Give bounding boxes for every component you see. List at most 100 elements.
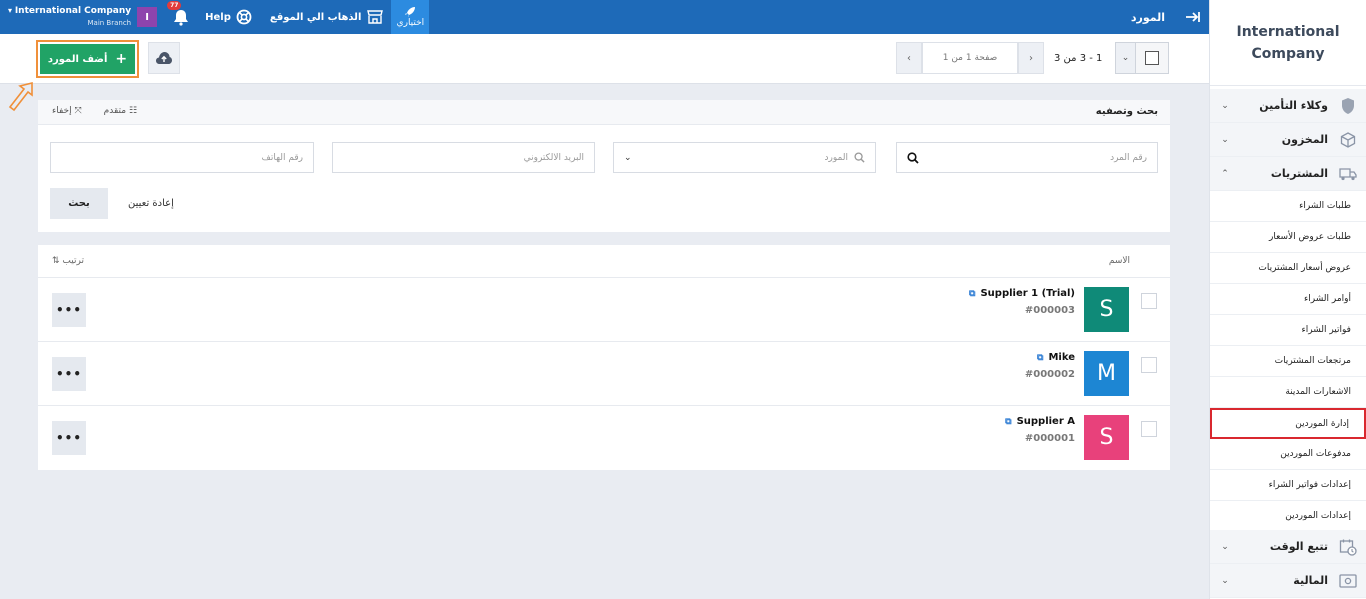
shortcut-button[interactable]: اختياري <box>391 0 430 34</box>
supplier-number: #000003 <box>1024 305 1075 316</box>
search-button[interactable]: بحث <box>50 188 108 219</box>
bulk-actions-dropdown[interactable]: ⌄ <box>1115 42 1135 74</box>
results-header: الاسم ⇅ ترتيب <box>38 245 1170 278</box>
chevron-down-icon: ⌄ <box>1221 134 1229 145</box>
email-field[interactable]: البريد الالكتروني <box>332 142 595 173</box>
supplier-number: #000001 <box>1024 433 1075 444</box>
search-panel-header: بحث وتصفيه ☷ متقدم ⤧ إخفاء <box>38 100 1170 125</box>
avatar: S <box>1084 415 1129 460</box>
safe-icon <box>1338 571 1358 591</box>
reset-button[interactable]: إعادة تعيين <box>128 188 174 219</box>
sidebar-item-insurance-agents[interactable]: وكلاء التأمين ⌄ <box>1210 89 1366 123</box>
more-actions-button[interactable]: ••• <box>52 421 86 455</box>
select-all-checkbox[interactable] <box>1135 42 1169 74</box>
supplier-number: #000002 <box>1024 369 1075 380</box>
more-actions-button[interactable]: ••• <box>52 293 86 327</box>
sidebar-subitem-purchase-orders[interactable]: أوامر الشراء <box>1210 284 1366 315</box>
sort-icon: ⇅ <box>52 256 60 266</box>
user-avatar[interactable]: I <box>137 7 158 27</box>
branch-name: Main Branch <box>87 19 132 27</box>
chevron-up-icon: ⌃ <box>1221 168 1229 179</box>
phone-field[interactable]: رقم الهاتف <box>50 142 314 173</box>
sidebar-subitem-supplier-settings[interactable]: إعدادات الموردين <box>1210 501 1366 532</box>
supplier-name-link[interactable]: Supplier A ⧉ <box>1005 416 1075 427</box>
top-bar-left: International Company Main Branch I 77 H… <box>0 0 430 34</box>
sidebar-subitem-purchase-quotations[interactable]: عروض أسعار المشتريات <box>1210 253 1366 284</box>
import-button[interactable] <box>148 42 180 74</box>
table-row[interactable]: S Supplier A ⧉ #000001 ••• <box>38 406 1170 470</box>
advanced-search-toggle[interactable]: ☷ متقدم <box>104 106 137 116</box>
rocket-icon <box>405 7 416 17</box>
sidebar-subitem-purchase-requests[interactable]: طلبات الشراء <box>1210 191 1366 222</box>
sidebar: International Company وكلاء التأمين ⌄ ال… <box>1209 0 1366 599</box>
prev-page-button[interactable]: ‹ <box>1018 42 1044 74</box>
chevron-down-icon: ⌄ <box>1221 575 1229 586</box>
supplier-name-link[interactable]: Mike ⧉ <box>1037 352 1075 363</box>
avatar: S <box>1084 287 1129 332</box>
table-row[interactable]: M Mike ⧉ #000002 ••• <box>38 342 1170 406</box>
sidebar-subitem-purchase-invoices[interactable]: فواتير الشراء <box>1210 315 1366 346</box>
sidebar-subitem-rfq[interactable]: طلبات عروض الأسعار <box>1210 222 1366 253</box>
supplier-name-link[interactable]: Supplier 1 (Trial) ⧉ <box>969 288 1075 299</box>
collapse-icon: ⤧ <box>74 106 82 116</box>
next-page-button[interactable]: › <box>896 42 922 74</box>
notifications-button[interactable]: 77 <box>167 1 191 27</box>
menu-toggle-icon[interactable] <box>1177 0 1209 34</box>
calendar-clock-icon <box>1338 537 1358 557</box>
brand-line-2: Company <box>1251 45 1325 62</box>
brand-line-1: International <box>1236 23 1340 40</box>
chevron-down-icon: ⌄ <box>1121 53 1130 63</box>
chevron-right-icon: › <box>907 52 911 64</box>
supplier-name: Mike <box>1048 352 1075 363</box>
sidebar-item-label: وكلاء التأمين <box>1259 99 1328 112</box>
phone-placeholder: رقم الهاتف <box>261 152 303 163</box>
search-panel-links: ☷ متقدم ⤧ إخفاء <box>52 106 137 116</box>
top-bar: المورد International Company Main Branch… <box>0 0 1209 34</box>
add-supplier-highlight: + أضف المورد <box>36 40 139 78</box>
visit-site-link[interactable]: الذهاب الي الموقع <box>270 10 384 24</box>
page-input[interactable]: صفحة 1 من 1 <box>922 42 1018 74</box>
chevron-down-icon: ⌄ <box>1221 541 1229 552</box>
help-button[interactable]: Help <box>205 9 252 25</box>
bell-icon <box>174 9 189 26</box>
code-placeholder: رقم المرد <box>1110 152 1147 163</box>
avatar: M <box>1084 351 1129 396</box>
more-actions-button[interactable]: ••• <box>52 357 86 391</box>
sidebar-item-inventory[interactable]: المخزون ⌄ <box>1210 123 1366 157</box>
sort-button[interactable]: ⇅ ترتيب <box>52 256 84 266</box>
store-icon <box>367 10 384 24</box>
supplier-code-input[interactable]: رقم المرد <box>896 142 1158 173</box>
sidebar-item-time-tracking[interactable]: تتبع الوقت ⌄ <box>1210 530 1366 564</box>
plus-icon: + <box>115 51 128 67</box>
notification-count-badge: 77 <box>167 1 182 10</box>
supplier-name: Supplier A <box>1016 416 1075 427</box>
external-link-icon[interactable]: ⧉ <box>969 289 975 299</box>
brand-logo[interactable]: International Company <box>1210 0 1366 86</box>
external-link-icon[interactable]: ⧉ <box>1005 417 1011 427</box>
row-checkbox[interactable] <box>1141 293 1157 309</box>
external-link-icon[interactable]: ⧉ <box>1037 353 1043 363</box>
pagination: 1 - 3 من 3 ‹ صفحة 1 من 1 › <box>896 42 1102 74</box>
sidebar-item-finance[interactable]: المالية ⌄ <box>1210 564 1366 598</box>
add-supplier-label: أضف المورد <box>47 53 108 65</box>
hide-search-toggle[interactable]: ⤧ إخفاء <box>52 106 82 116</box>
row-checkbox[interactable] <box>1141 357 1157 373</box>
help-label: Help <box>205 11 231 23</box>
search-icon <box>907 151 919 164</box>
search-icon <box>854 152 865 163</box>
add-supplier-button[interactable]: + أضف المورد <box>40 44 135 74</box>
supplier-name: Supplier 1 (Trial) <box>980 288 1075 299</box>
sidebar-subitem-debit-notes[interactable]: الاشعارات المدينة <box>1210 377 1366 408</box>
chevron-down-icon: ⌄ <box>1221 100 1229 111</box>
sidebar-subitem-supplier-payments[interactable]: مدفوعات الموردين <box>1210 439 1366 470</box>
supplier-select[interactable]: المورد ⌄ <box>613 142 876 173</box>
row-checkbox[interactable] <box>1141 421 1157 437</box>
table-row[interactable]: S Supplier 1 (Trial) ⧉ #000003 ••• <box>38 278 1170 342</box>
sidebar-item-purchases[interactable]: المشتريات ⌃ <box>1210 157 1366 191</box>
sidebar-subitem-invoice-settings[interactable]: إعدادات فواتير الشراء <box>1210 470 1366 501</box>
sidebar-item-label: المخزون <box>1281 133 1328 146</box>
company-switcher[interactable]: International Company Main Branch <box>0 5 131 29</box>
chevron-left-icon: ‹ <box>1029 52 1033 64</box>
sidebar-subitem-manage-suppliers[interactable]: إدارة الموردين <box>1210 408 1366 439</box>
sidebar-subitem-purchase-returns[interactable]: مرتجعات المشتريات <box>1210 346 1366 377</box>
